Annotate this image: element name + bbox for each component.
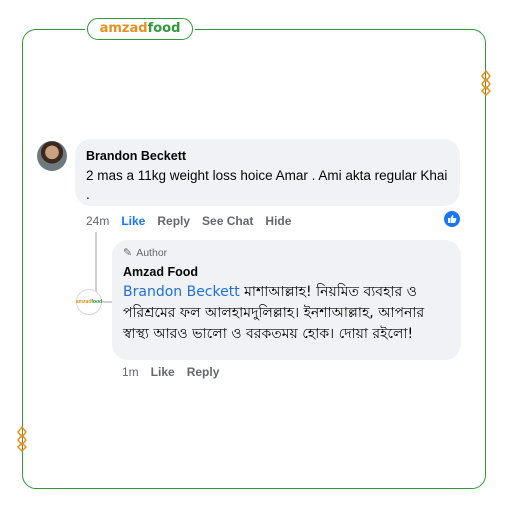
comment-actions: 24m Like Reply See Chat Hide bbox=[86, 214, 303, 228]
reply-button[interactable]: Reply bbox=[157, 214, 190, 228]
see-chat-button[interactable]: See Chat bbox=[202, 214, 253, 228]
pencil-icon: ✎ bbox=[123, 247, 133, 259]
avatar[interactable]: amzad food bbox=[76, 289, 102, 315]
reply-author[interactable]: Amzad Food bbox=[123, 264, 450, 280]
comment-author[interactable]: Brandon Beckett bbox=[86, 148, 449, 164]
author-badge: ✎ Author bbox=[123, 246, 450, 260]
author-badge-label: Author bbox=[136, 247, 168, 259]
reply-time[interactable]: 1m bbox=[122, 365, 139, 379]
avatar[interactable] bbox=[37, 141, 67, 171]
reply-button[interactable]: Reply bbox=[187, 365, 220, 379]
mention-link[interactable]: Brandon Beckett bbox=[123, 284, 240, 300]
comment-bubble: Brandon Beckett 2 mas a 11kg weight loss… bbox=[75, 139, 460, 206]
reply-text: Brandon Beckett মাশাআল্লাহ! নিয়মিত ব্যব… bbox=[123, 282, 450, 345]
comment-time[interactable]: 24m bbox=[86, 214, 109, 228]
like-button[interactable]: Like bbox=[121, 214, 145, 228]
brand-part1: amzad bbox=[99, 21, 148, 36]
chain-ornament-icon bbox=[480, 70, 492, 96]
thumbs-up-icon[interactable] bbox=[444, 211, 460, 227]
chain-ornament-icon bbox=[16, 426, 28, 452]
reply-actions: 1m Like Reply bbox=[122, 365, 231, 379]
comment-text: 2 mas a 11kg weight loss hoice Amar . Am… bbox=[86, 168, 448, 202]
brand-part2: food bbox=[147, 21, 181, 36]
brand-logo: amzadfood bbox=[85, 16, 195, 42]
reply-bubble: ✎ Author Amzad Food Brandon Beckett মাশা… bbox=[112, 240, 461, 360]
like-button[interactable]: Like bbox=[151, 365, 175, 379]
hide-button[interactable]: Hide bbox=[265, 214, 291, 228]
